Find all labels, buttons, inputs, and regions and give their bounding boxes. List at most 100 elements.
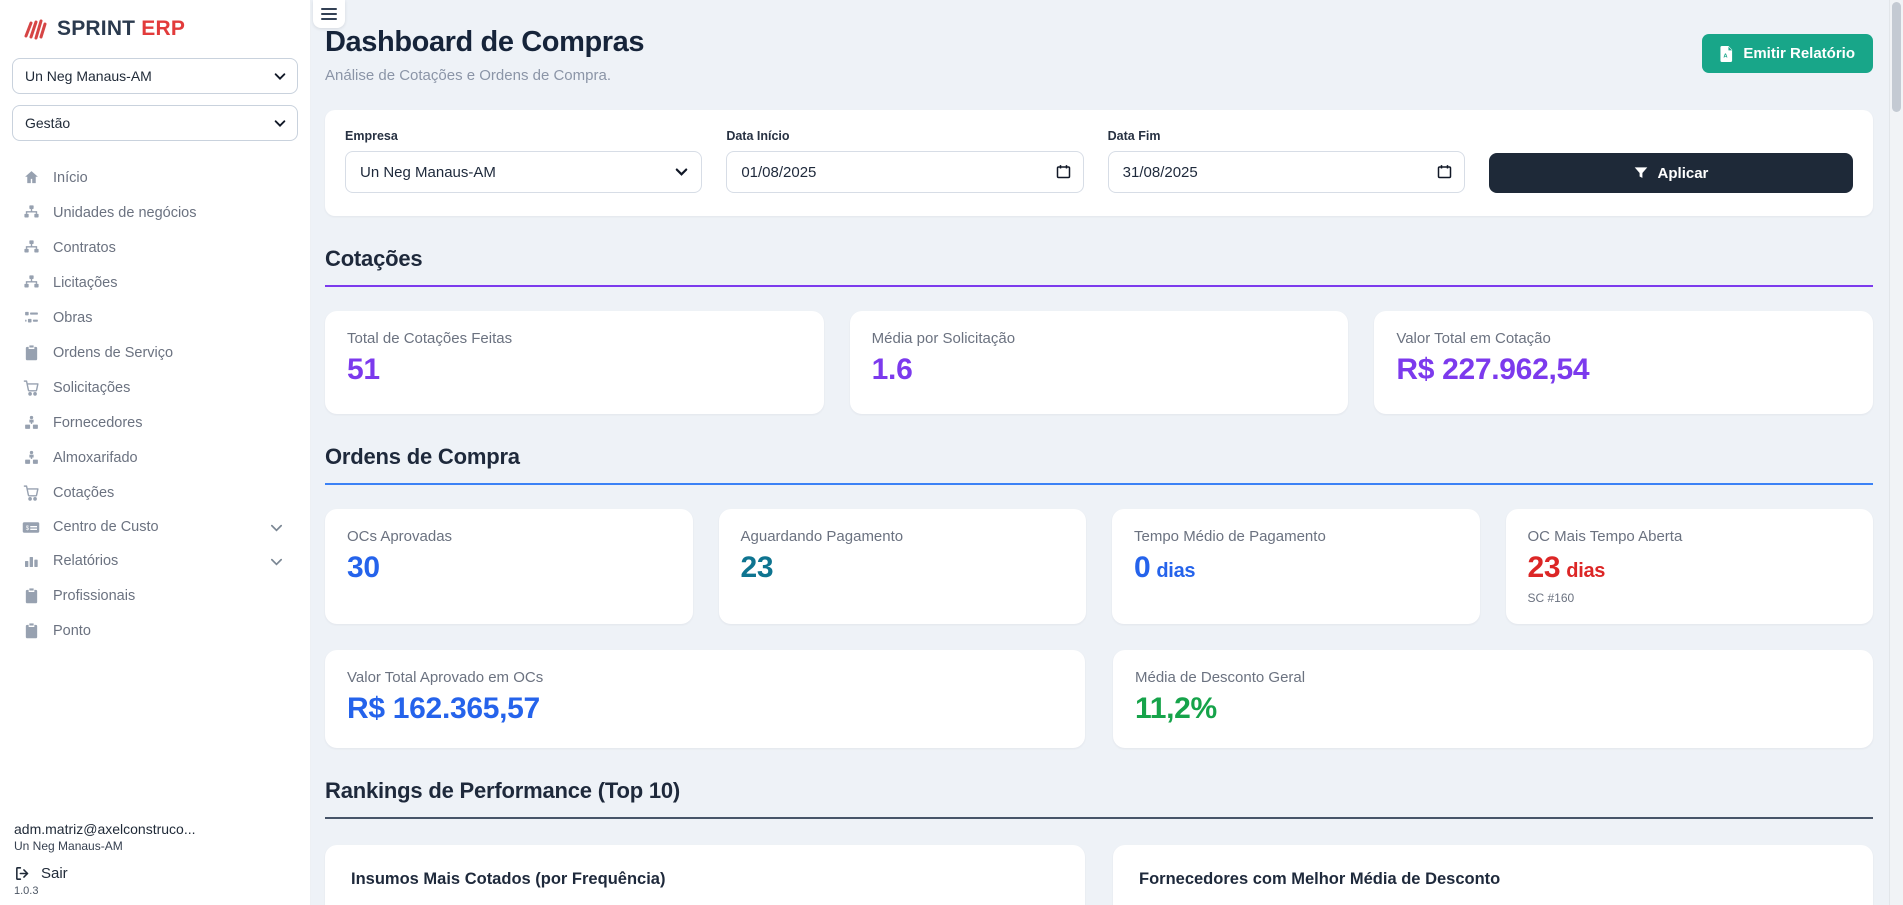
brand-hatch-icon: [22, 16, 48, 42]
kpi-value: 1.6: [872, 353, 1327, 387]
kpi-card-media-solicitacao: Média por Solicitação 1.6: [850, 311, 1349, 414]
sidebar-item-centro-de-custo[interactable]: $ Centro de Custo: [0, 510, 310, 544]
sidebar-item-unidades[interactable]: Unidades de negócios: [0, 195, 310, 230]
data-fim-input[interactable]: 31/08/2025: [1108, 151, 1465, 193]
sidebar-item-contratos[interactable]: Contratos: [0, 230, 310, 265]
scrollbar-thumb[interactable]: [1892, 2, 1901, 112]
sidebar: SPRINT ERP Un Neg Manaus-AM Gestão Iníci…: [0, 0, 311, 905]
kpi-value: 23: [741, 551, 1065, 585]
sidebar-item-label: Licitações: [53, 275, 284, 291]
kpi-value: R$ 227.962,54: [1396, 353, 1851, 387]
kpi-label: Valor Total Aprovado em OCs: [347, 669, 1063, 686]
sidebar-item-cotacoes[interactable]: Cotações: [0, 475, 310, 510]
kpi-card-media-desconto-geral: Média de Desconto Geral 11,2%: [1113, 650, 1873, 748]
chevron-down-icon: [269, 520, 284, 535]
kpi-card-tempo-medio-pagamento: Tempo Médio de Pagamento 0dias: [1112, 509, 1480, 624]
apply-filter-label: Aplicar: [1658, 165, 1709, 182]
sidebar-item-inicio[interactable]: Início: [0, 160, 310, 195]
chevron-down-icon: [674, 164, 689, 179]
logout-icon: [14, 865, 31, 882]
calendar-icon: [1056, 164, 1071, 179]
kpi-card-aguardando-pagamento: Aguardando Pagamento 23: [719, 509, 1087, 624]
rankings-panels: Insumos Mais Cotados (por Frequência) Fo…: [325, 845, 1873, 905]
kpi-card-valor-aprovado-ocs: Valor Total Aprovado em OCs R$ 162.365,5…: [325, 650, 1085, 748]
sidebar-item-obras[interactable]: Obras: [0, 300, 310, 335]
sidebar-toggle-button[interactable]: [313, 0, 345, 28]
kpi-value: 0dias: [1134, 551, 1458, 585]
vertical-scrollbar[interactable]: [1889, 0, 1903, 905]
money-check-icon: $: [22, 520, 40, 535]
sidebar-item-label: Almoxarifado: [53, 450, 284, 466]
empresa-select[interactable]: Un Neg Manaus-AM: [345, 151, 702, 193]
emit-report-button[interactable]: A Emitir Relatório: [1702, 34, 1873, 73]
sidebar-item-ponto[interactable]: Ponto: [0, 613, 310, 648]
emit-report-label: Emitir Relatório: [1743, 45, 1855, 62]
clipboard-icon: [22, 587, 40, 604]
brand-logo: SPRINT ERP: [0, 0, 310, 52]
main-content: Dashboard de Compras Análise de Cotações…: [311, 0, 1903, 905]
sidebar-item-profissionais[interactable]: Profissionais: [0, 578, 310, 613]
module-select[interactable]: Gestão: [12, 105, 298, 141]
empresa-label: Empresa: [345, 129, 702, 143]
sidebar-item-ordens-de-servico[interactable]: Ordens de Serviço: [0, 335, 310, 370]
logout-label: Sair: [41, 865, 68, 882]
section-title-ordens: Ordens de Compra: [325, 444, 1873, 485]
rank-panel-fornecedores: Fornecedores com Melhor Média de Descont…: [1113, 845, 1873, 905]
sidebar-item-label: Início: [53, 170, 284, 186]
sidebar-item-fornecedores[interactable]: Fornecedores: [0, 405, 310, 440]
data-fim-label: Data Fim: [1108, 129, 1465, 143]
rank-panel-title: Insumos Mais Cotados (por Frequência): [351, 870, 1059, 889]
ordens-cards: OCs Aprovadas 30 Aguardando Pagamento 23…: [325, 509, 1873, 624]
sidebar-item-label: Profissionais: [53, 588, 284, 604]
sidebar-item-label: Relatórios: [53, 553, 256, 569]
ordens-wide-cards: Valor Total Aprovado em OCs R$ 162.365,5…: [325, 650, 1873, 748]
rank-panel-insumos: Insumos Mais Cotados (por Frequência): [325, 845, 1085, 905]
cotacoes-cards: Total de Cotações Feitas 51 Média por So…: [325, 311, 1873, 414]
page-subtitle: Análise de Cotações e Ordens de Compra.: [325, 67, 644, 84]
apply-filter-button[interactable]: Aplicar: [1489, 153, 1853, 193]
user-unit: Un Neg Manaus-AM: [14, 839, 296, 853]
sidebar-item-licitacoes[interactable]: Licitações: [0, 265, 310, 300]
app-version: 1.0.3: [14, 885, 296, 897]
kpi-card-total-cotacoes: Total de Cotações Feitas 51: [325, 311, 824, 414]
sidebar-item-solicitacoes[interactable]: Solicitações: [0, 370, 310, 405]
rank-panel-title: Fornecedores com Melhor Média de Descont…: [1139, 870, 1847, 889]
sitemap-icon: [22, 239, 40, 256]
sidebar-nav: Início Unidades de negócios Contratos Li…: [0, 160, 310, 648]
sidebar-item-almoxarifado[interactable]: Almoxarifado: [0, 440, 310, 475]
cart-icon: [22, 379, 40, 396]
kpi-label: OCs Aprovadas: [347, 528, 671, 545]
page-title: Dashboard de Compras: [325, 26, 644, 59]
sidebar-item-label: Ordens de Serviço: [53, 345, 284, 361]
sidebar-item-label: Cotações: [53, 485, 284, 501]
sidebar-item-label: Solicitações: [53, 380, 284, 396]
empresa-field: Empresa Un Neg Manaus-AM: [345, 129, 702, 193]
data-inicio-input[interactable]: 01/08/2025: [726, 151, 1083, 193]
kpi-label: Tempo Médio de Pagamento: [1134, 528, 1458, 545]
kpi-value: 23dias: [1528, 551, 1852, 585]
section-title-cotacoes: Cotações: [325, 246, 1873, 287]
cart-icon: [22, 484, 40, 501]
sidebar-item-label: Contratos: [53, 240, 284, 256]
logout-button[interactable]: Sair: [14, 865, 296, 882]
kpi-label: Média de Desconto Geral: [1135, 669, 1851, 686]
section-title-rankings: Rankings de Performance (Top 10): [325, 778, 1873, 819]
kpi-note: SC #160: [1528, 591, 1852, 605]
kpi-value: 51: [347, 353, 802, 387]
kpi-label: Média por Solicitação: [872, 330, 1327, 347]
kpi-label: Aguardando Pagamento: [741, 528, 1065, 545]
calendar-icon: [1437, 164, 1452, 179]
kpi-value: 30: [347, 551, 671, 585]
kpi-label: OC Mais Tempo Aberta: [1528, 528, 1852, 545]
sidebar-item-label: Centro de Custo: [53, 519, 256, 535]
sidebar-item-relatorios[interactable]: Relatórios: [0, 544, 310, 578]
sidebar-item-label: Unidades de negócios: [53, 205, 284, 221]
clipboard-icon: [22, 622, 40, 639]
kpi-label: Total de Cotações Feitas: [347, 330, 802, 347]
unit-select[interactable]: Un Neg Manaus-AM: [12, 58, 298, 94]
sitemap-icon: [22, 274, 40, 291]
org-icon: [22, 449, 40, 466]
chevron-down-icon: [269, 554, 284, 569]
home-icon: [22, 169, 40, 186]
chevron-down-icon: [273, 69, 287, 83]
